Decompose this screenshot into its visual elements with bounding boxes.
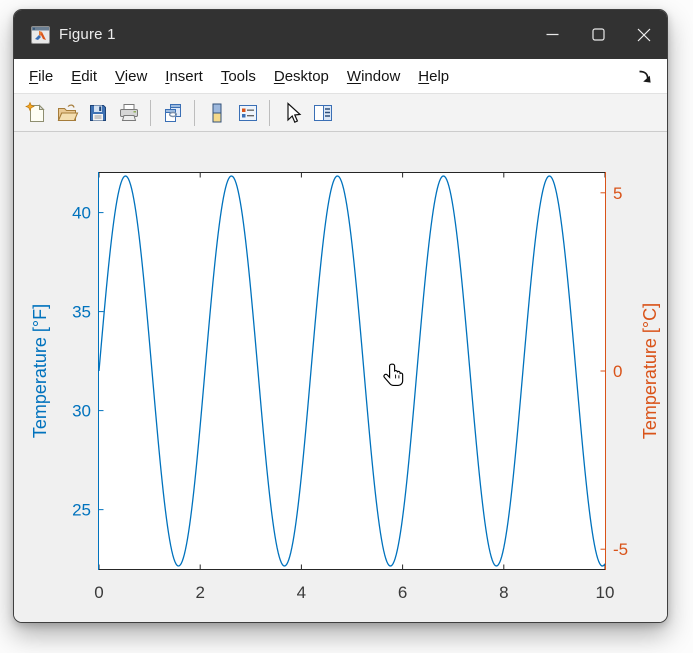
- x-axis-tick-label: 6: [398, 583, 407, 602]
- x-axis-tick-label: 4: [297, 583, 306, 602]
- insert-legend-button[interactable]: [232, 98, 263, 128]
- save-figure-button[interactable]: [82, 98, 113, 128]
- insert-colorbar-button[interactable]: [201, 98, 232, 128]
- right-axis-label: Temperature [°C]: [640, 303, 660, 439]
- plot-axes[interactable]: 0 2 4 6 8 10 25 30 35 40 -5 0 5 Temperature [°F] Tempe…: [14, 132, 668, 623]
- window-controls: [529, 10, 667, 59]
- maximize-button[interactable]: [575, 10, 621, 59]
- window-title: Figure 1: [59, 26, 116, 43]
- printer-icon: [119, 103, 138, 121]
- open-property-inspector-button[interactable]: [307, 98, 338, 128]
- right-axis-tick-label: -5: [613, 540, 628, 559]
- matlab-figure-icon: [31, 25, 50, 44]
- menu-bar: File Edit View Insert Tools Desktop Wind…: [14, 59, 667, 94]
- colorbar-icon: [212, 103, 221, 122]
- open-folder-icon: [57, 103, 78, 121]
- dock-arrow-icon: [638, 70, 651, 83]
- maximize-icon: [591, 28, 605, 41]
- x-axis-tick-label: 2: [195, 583, 204, 602]
- close-button[interactable]: [621, 10, 667, 59]
- close-icon: [637, 28, 651, 41]
- left-axis-label: Temperature [°F]: [30, 304, 50, 438]
- minimize-button[interactable]: [529, 10, 575, 59]
- menu-desktop[interactable]: Desktop: [265, 64, 338, 89]
- figure-toolbar: [14, 94, 667, 132]
- menu-edit[interactable]: Edit: [62, 64, 106, 89]
- plot-area: [99, 173, 605, 569]
- toolbar-separator: [269, 99, 270, 126]
- x-axis-tick-label: 10: [596, 583, 615, 602]
- x-axis-tick-label: 0: [94, 583, 103, 602]
- left-axis-tick-label: 30: [72, 402, 91, 421]
- link-plot-button[interactable]: [157, 98, 188, 128]
- new-figure-button[interactable]: [20, 98, 51, 128]
- left-axis-tick-label: 35: [72, 303, 91, 322]
- figure-window: Figure 1 File Edit View Insert Tools Des…: [13, 9, 668, 623]
- menu-tools[interactable]: Tools: [212, 64, 265, 89]
- toolbar-separator: [194, 99, 195, 126]
- toolbar-separator: [150, 99, 151, 126]
- menu-window[interactable]: Window: [338, 64, 409, 89]
- new-figure-icon: [24, 101, 45, 122]
- menu-view[interactable]: View: [106, 64, 156, 89]
- menu-insert[interactable]: Insert: [156, 64, 212, 89]
- right-axis-tick-label: 0: [613, 362, 622, 381]
- save-floppy-icon: [89, 104, 106, 121]
- edit-plot-button[interactable]: [276, 98, 307, 128]
- pointer-arrow-icon: [286, 101, 301, 123]
- right-axis-tick-label: 5: [613, 184, 622, 203]
- figure-canvas: 0 2 4 6 8 10 25 30 35 40 -5 0 5 Temperature [°F] Tempe…: [14, 132, 668, 623]
- print-figure-button[interactable]: [113, 98, 144, 128]
- dock-figure-button[interactable]: [635, 68, 653, 84]
- minimize-icon: [546, 33, 558, 36]
- link-plot-icon: [164, 103, 181, 122]
- legend-icon: [238, 104, 257, 121]
- title-bar[interactable]: Figure 1: [14, 10, 667, 59]
- x-axis-tick-label: 8: [499, 583, 508, 602]
- property-inspector-icon: [313, 104, 332, 121]
- left-axis-tick-label: 40: [72, 204, 91, 223]
- menu-file[interactable]: File: [20, 64, 62, 89]
- open-file-button[interactable]: [51, 98, 82, 128]
- menu-help[interactable]: Help: [409, 64, 458, 89]
- left-axis-tick-label: 25: [72, 501, 91, 520]
